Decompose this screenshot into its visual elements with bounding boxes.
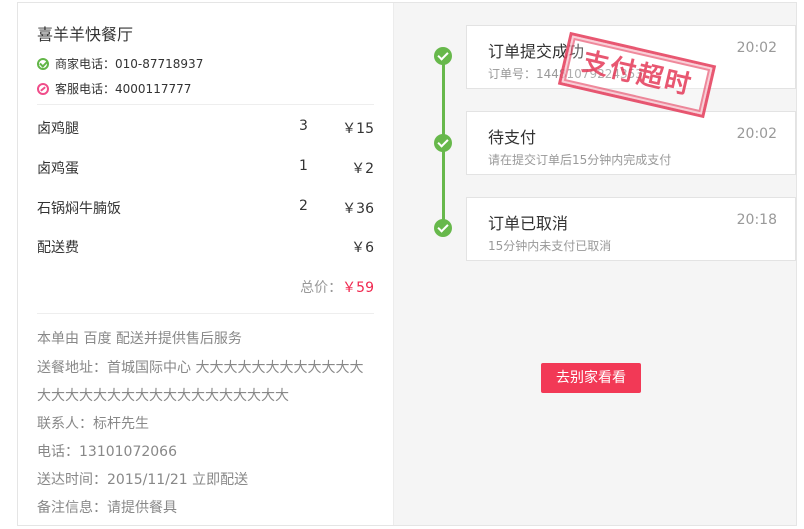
order-remark: 备注信息：请提供餐具 (37, 500, 177, 516)
service-phone-icon (37, 82, 49, 95)
service-note: 本单由 百度 配送并提供售后服务 (37, 331, 242, 347)
item-name: 卤鸡蛋 (37, 161, 79, 177)
order-item: 卤鸡腿 3 ￥15 (37, 118, 374, 138)
item-name: 配送费 (37, 240, 79, 256)
item-qty: 3 (299, 118, 308, 134)
phone-check-icon (37, 57, 49, 70)
service-phone-row: 客服电话： 4000117777 (37, 80, 191, 97)
step-desc: 请在提交订单后15分钟内完成支付 (488, 153, 672, 167)
step-time: 20:02 (736, 126, 777, 142)
delivery-address-cont: 大大大大大大大大大大大大大大大大大大 (37, 388, 289, 404)
item-qty: 2 (299, 198, 308, 214)
contact-phone: 电话：13101072066 (37, 444, 177, 460)
item-price: ￥15 (342, 121, 374, 137)
delivery-address: 送餐地址：首城国际中心 大大大大大大大大大大大大 (37, 360, 364, 376)
browse-other-shops-button[interactable]: 去别家看看 (541, 363, 641, 393)
merchant-phone: 010-87718937 (115, 56, 204, 71)
shop-name: 喜羊羊快餐厅 (37, 25, 134, 44)
item-price: ￥2 (351, 161, 374, 177)
step-time: 20:18 (736, 212, 777, 228)
order-status-panel: 订单提交成功 20:02 订单号：14481079224353 待支付 20:0… (394, 3, 796, 525)
item-qty: 1 (299, 158, 308, 174)
delivery-time: 送达时间：2015/11/21 立即配送 (37, 472, 249, 488)
delivery-fee-row: 配送费 ￥6 (37, 237, 374, 257)
total-label: 总价： (300, 280, 343, 296)
step-title: 订单已取消 (488, 214, 569, 233)
divider (37, 104, 374, 105)
item-name: 卤鸡腿 (37, 121, 79, 137)
merchant-phone-row: 商家电话： 010-87718937 (37, 55, 203, 72)
step-title: 待支付 (488, 128, 537, 147)
step-check-icon (434, 219, 452, 237)
merchant-phone-label: 商家电话： (55, 57, 116, 71)
step-time: 20:02 (736, 40, 777, 56)
item-name: 石锅焖牛腩饭 (37, 201, 121, 217)
order-total: 总价：￥59 (300, 277, 374, 297)
timeline-step-pending-payment: 待支付 20:02 请在提交订单后15分钟内完成支付 (466, 111, 796, 175)
service-phone-label: 客服电话： (55, 82, 116, 96)
order-item: 石锅焖牛腩饭 2 ￥36 (37, 198, 374, 218)
total-amount: ￥59 (342, 280, 374, 296)
item-price: ￥36 (342, 201, 374, 217)
timeline-step-cancelled: 订单已取消 20:18 15分钟内未支付已取消 (466, 197, 796, 261)
contact-name: 联系人：标杆先生 (37, 416, 149, 432)
item-price: ￥6 (351, 240, 374, 256)
step-check-icon (434, 134, 452, 152)
service-phone: 4000117777 (115, 81, 192, 96)
step-check-icon (434, 47, 452, 65)
step-desc: 15分钟内未支付已取消 (488, 239, 612, 253)
order-item: 卤鸡蛋 1 ￥2 (37, 158, 374, 178)
order-detail-card: 喜羊羊快餐厅 商家电话： 010-87718937 客服电话： 40001177… (17, 2, 797, 526)
order-summary-panel: 喜羊羊快餐厅 商家电话： 010-87718937 客服电话： 40001177… (18, 3, 394, 525)
divider (37, 313, 374, 314)
